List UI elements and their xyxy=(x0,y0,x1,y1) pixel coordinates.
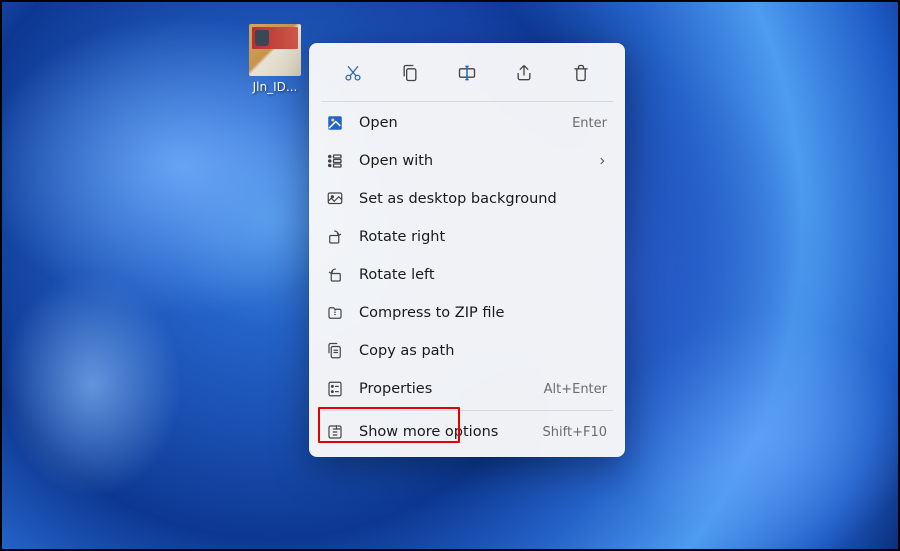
copy-button[interactable] xyxy=(392,55,428,91)
menu-open[interactable]: Open Enter xyxy=(315,104,619,142)
menu-rotate-left[interactable]: Rotate left xyxy=(315,256,619,294)
menu-show-more[interactable]: Show more options Shift+F10 xyxy=(315,413,619,451)
open-icon xyxy=(325,113,345,133)
menu-properties[interactable]: Properties Alt+Enter xyxy=(315,370,619,408)
rename-icon xyxy=(457,63,477,83)
desktop-background[interactable]: Jln_ID... xyxy=(2,2,898,549)
menu-show-more-label: Show more options xyxy=(359,424,543,440)
copy-path-icon xyxy=(325,341,345,361)
separator xyxy=(321,101,613,102)
menu-rotate-right[interactable]: Rotate right xyxy=(315,218,619,256)
rotate-left-icon xyxy=(325,265,345,285)
separator xyxy=(321,410,613,411)
menu-set-background-label: Set as desktop background xyxy=(359,191,607,207)
set-background-icon xyxy=(325,189,345,209)
menu-properties-label: Properties xyxy=(359,381,544,397)
menu-copy-path-label: Copy as path xyxy=(359,343,607,359)
menu-compress-zip-label: Compress to ZIP file xyxy=(359,305,607,321)
chevron-right-icon xyxy=(597,156,607,166)
menu-set-background[interactable]: Set as desktop background xyxy=(315,180,619,218)
menu-rotate-right-label: Rotate right xyxy=(359,229,607,245)
menu-open-with[interactable]: Open with xyxy=(315,142,619,180)
delete-icon xyxy=(571,63,591,83)
open-with-icon xyxy=(325,151,345,171)
cut-button[interactable] xyxy=(335,55,371,91)
menu-open-with-label: Open with xyxy=(359,153,591,169)
cut-icon xyxy=(343,63,363,83)
menu-show-more-shortcut: Shift+F10 xyxy=(543,425,607,440)
menu-rotate-left-label: Rotate left xyxy=(359,267,607,283)
context-menu: Open Enter Open with Set as desktop back… xyxy=(309,43,625,457)
properties-icon xyxy=(325,379,345,399)
quick-actions-row xyxy=(315,49,619,99)
share-icon xyxy=(514,63,534,83)
file-label: Jln_ID... xyxy=(246,80,304,94)
menu-properties-shortcut: Alt+Enter xyxy=(544,382,607,397)
rename-button[interactable] xyxy=(449,55,485,91)
share-button[interactable] xyxy=(506,55,542,91)
menu-open-shortcut: Enter xyxy=(572,116,607,131)
rotate-right-icon xyxy=(325,227,345,247)
menu-copy-path[interactable]: Copy as path xyxy=(315,332,619,370)
show-more-icon xyxy=(325,422,345,442)
desktop-file-icon[interactable]: Jln_ID... xyxy=(246,24,304,94)
copy-icon xyxy=(400,63,420,83)
file-thumbnail xyxy=(249,24,301,76)
delete-button[interactable] xyxy=(563,55,599,91)
zip-icon xyxy=(325,303,345,323)
menu-open-label: Open xyxy=(359,115,572,131)
menu-compress-zip[interactable]: Compress to ZIP file xyxy=(315,294,619,332)
